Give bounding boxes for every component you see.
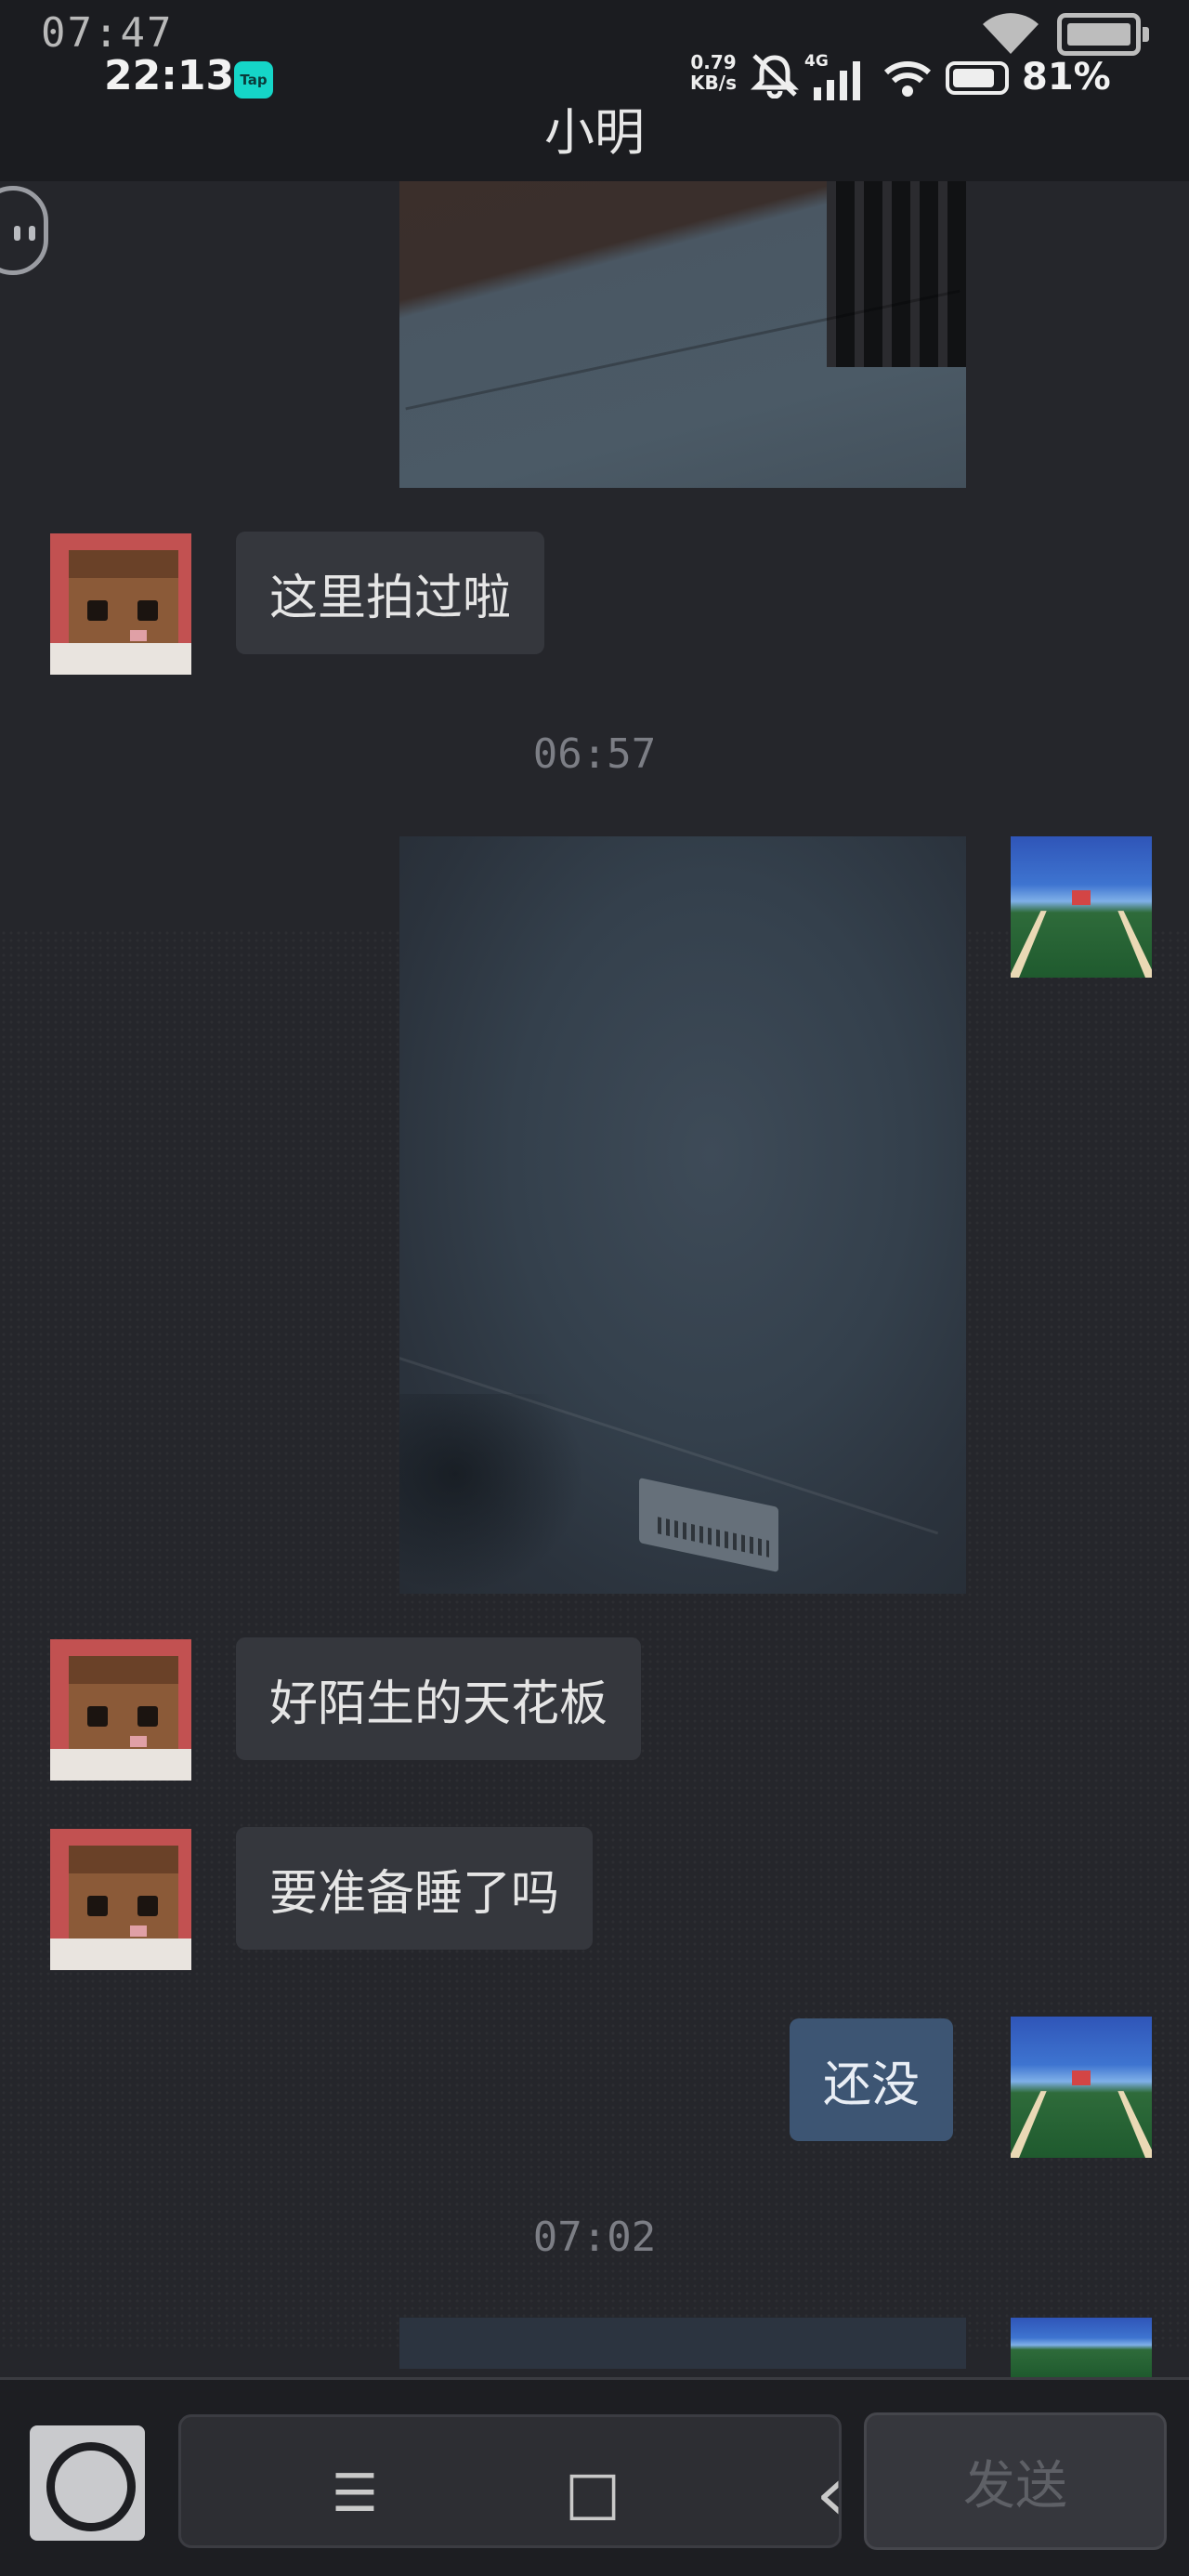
network-speed: 0.79 KB/s [686, 52, 741, 93]
friend-avatar[interactable] [50, 1829, 191, 1970]
handle-eye-right [29, 226, 35, 241]
overlay-wifi-icon [983, 13, 1039, 54]
camera-button[interactable] [30, 2425, 145, 2541]
handle-eye-left [14, 226, 20, 241]
back-key-icon[interactable]: ‹ [801, 2451, 860, 2537]
friend-avatar[interactable] [50, 1639, 191, 1781]
message-bubble-me[interactable]: 还没 [790, 2018, 954, 2141]
overlay-battery-icon [1057, 13, 1149, 56]
image-message[interactable] [399, 836, 966, 1594]
friend-avatar[interactable] [50, 533, 191, 675]
message-bubble-friend[interactable]: 要准备睡了吗 [236, 1827, 594, 1950]
image-message[interactable] [399, 181, 966, 488]
message-input[interactable] [178, 2414, 842, 2548]
image-message[interactable] [399, 2318, 966, 2369]
my-avatar[interactable] [1011, 2318, 1152, 2377]
send-button[interactable]: 发送 [864, 2412, 1167, 2550]
network-speed-unit: KB/s [690, 72, 737, 94]
message-bubble-friend[interactable]: 这里拍过啦 [236, 532, 545, 654]
message-bubble-friend[interactable]: 好陌生的天花板 [236, 1637, 642, 1760]
chat-title: 小明 [544, 103, 645, 162]
menu-key-icon[interactable]: ☰ [325, 2461, 385, 2526]
network-speed-value: 0.79 [690, 51, 737, 73]
message-timestamp: 07:02 [532, 2214, 657, 2261]
message-timestamp: 06:57 [532, 730, 657, 778]
home-key-icon[interactable]: □ [563, 2459, 622, 2528]
my-avatar[interactable] [1011, 2017, 1152, 2158]
my-avatar[interactable] [1011, 836, 1152, 978]
floating-assistant-handle[interactable] [0, 186, 48, 275]
overlay-time: 07:47 [41, 9, 174, 57]
status-bar: 07:47 22:13 Tap 0.79 KB/s 4G 81% 小明 [0, 0, 1189, 181]
battery-icon [946, 61, 1009, 95]
